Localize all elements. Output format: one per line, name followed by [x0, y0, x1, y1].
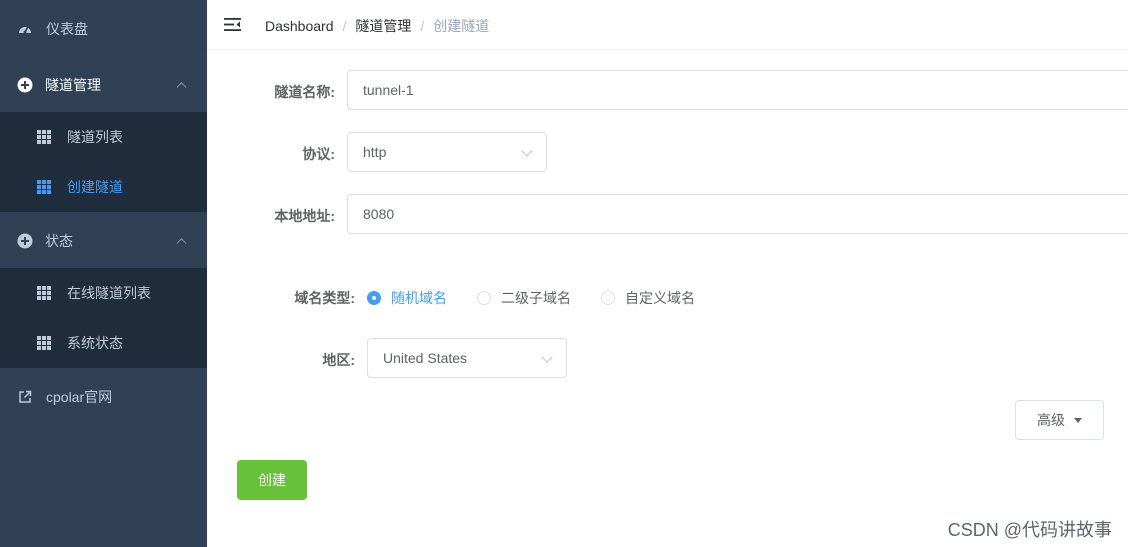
- sidebar-item-tunnel-management[interactable]: 隧道管理: [0, 60, 207, 110]
- grid-icon: [37, 130, 51, 144]
- hamburger-icon[interactable]: [224, 16, 241, 33]
- chevron-up-icon: [176, 82, 187, 93]
- sidebar-item-label: 创建隧道: [67, 179, 123, 195]
- create-label: 创建: [258, 472, 286, 488]
- breadcrumb-item[interactable]: 隧道管理: [355, 16, 411, 36]
- sidebar-item-create-tunnel[interactable]: 创建隧道: [0, 162, 207, 212]
- sidebar-item-label: 在线隧道列表: [67, 285, 151, 301]
- sidebar-item-cpolar-website[interactable]: cpolar官网: [0, 372, 207, 422]
- region-select[interactable]: United States: [367, 338, 567, 378]
- sidebar-item-label: 状态: [45, 233, 73, 249]
- protocol-value: http: [363, 144, 387, 160]
- chevron-up-icon: [176, 238, 187, 249]
- grid-icon: [37, 336, 51, 350]
- protocol-select[interactable]: http: [347, 132, 547, 172]
- breadcrumb-separator: /: [420, 18, 425, 34]
- local-address-label: 本地地址:: [274, 208, 335, 224]
- region-label: 地区:: [322, 352, 355, 368]
- create-button[interactable]: 创建: [237, 460, 307, 500]
- external-link-icon: [17, 389, 33, 405]
- radio-subdomain[interactable]: 二级子域名: [477, 288, 571, 308]
- radio-label: 随机域名: [391, 290, 447, 306]
- advanced-button[interactable]: 高级: [1015, 400, 1104, 440]
- sidebar: 仪表盘 隧道管理 隧道列表 创建隧道 状态 在线隧道列表 系统状态 cpolar…: [0, 0, 207, 547]
- sidebar-item-label: 系统状态: [67, 335, 123, 351]
- protocol-label: 协议:: [302, 146, 335, 162]
- local-address-value: 8080: [363, 206, 395, 222]
- radio-dot-icon: [367, 291, 381, 305]
- chevron-down-icon: [521, 145, 533, 157]
- chevron-down-icon: [541, 351, 553, 363]
- sidebar-item-tunnel-list[interactable]: 隧道列表: [0, 112, 207, 162]
- radio-label: 二级子域名: [501, 290, 571, 306]
- radio-label: 自定义域名: [625, 290, 695, 306]
- sidebar-item-label: 隧道管理: [45, 77, 101, 93]
- radio-custom-domain[interactable]: 自定义域名: [601, 288, 695, 308]
- breadcrumb-separator: /: [342, 18, 347, 34]
- sidebar-item-system-status[interactable]: 系统状态: [0, 318, 207, 368]
- region-value: United States: [383, 350, 468, 366]
- radio-random-domain[interactable]: 随机域名: [367, 288, 447, 308]
- sidebar-item-label: 隧道列表: [67, 129, 123, 145]
- tunnel-name-label: 隧道名称:: [274, 84, 335, 100]
- breadcrumb: Dashboard / 隧道管理 / 创建隧道: [265, 16, 489, 36]
- plus-circle-icon: [17, 233, 33, 249]
- dashboard-icon: [17, 21, 33, 37]
- breadcrumb-current: 创建隧道: [433, 18, 490, 34]
- breadcrumb-item[interactable]: Dashboard: [265, 18, 334, 34]
- watermark: CSDN @代码讲故事: [947, 520, 1112, 540]
- tunnel-name-input[interactable]: tunnel-1: [347, 70, 1128, 110]
- radio-dot-icon: [601, 291, 615, 305]
- sidebar-item-label: cpolar官网: [46, 389, 113, 405]
- sidebar-item-dashboard[interactable]: 仪表盘: [0, 4, 207, 54]
- sidebar-item-label: 仪表盘: [46, 21, 88, 37]
- sidebar-item-online-tunnels[interactable]: 在线隧道列表: [0, 268, 207, 318]
- plus-circle-icon: [17, 77, 33, 93]
- domain-type-label: 域名类型:: [294, 290, 355, 306]
- grid-icon: [37, 286, 51, 300]
- sidebar-item-status[interactable]: 状态: [0, 216, 207, 266]
- local-address-input[interactable]: 8080: [347, 194, 1128, 234]
- tunnel-name-value: tunnel-1: [363, 82, 414, 98]
- radio-dot-icon: [477, 291, 491, 305]
- grid-icon: [37, 180, 51, 194]
- advanced-label: 高级: [1037, 412, 1065, 428]
- navbar: Dashboard / 隧道管理 / 创建隧道: [207, 0, 1128, 50]
- caret-down-icon: [1074, 417, 1082, 423]
